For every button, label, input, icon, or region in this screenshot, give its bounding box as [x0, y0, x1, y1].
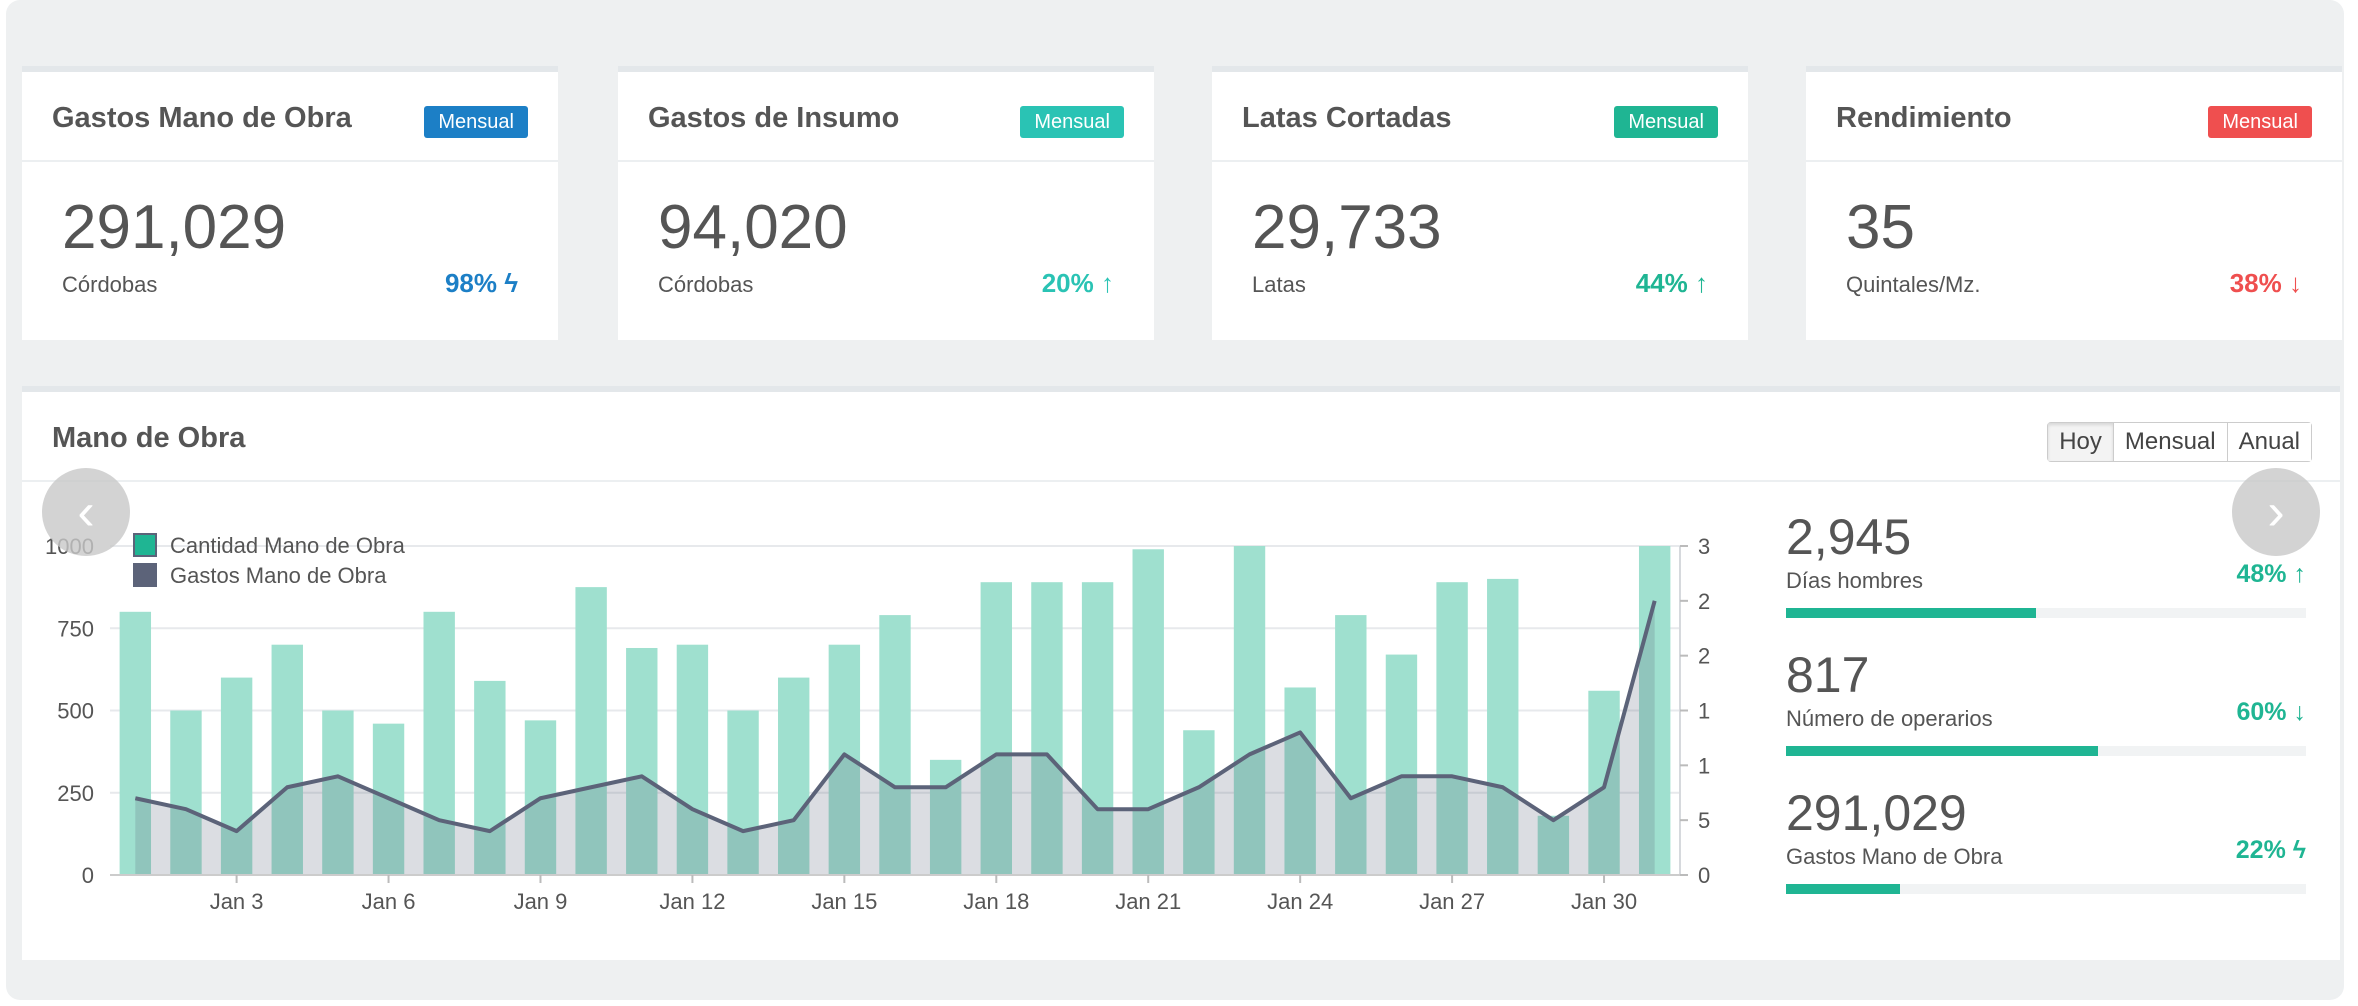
- percentage-value: 20%: [1041, 268, 1094, 298]
- bolt-icon: ϟ: [504, 268, 518, 298]
- card-header: Rendimiento Mensual: [1806, 72, 2342, 162]
- x-tick-label: Jan 18: [963, 889, 1029, 914]
- tab-hoy[interactable]: Hoy: [2048, 423, 2113, 461]
- card-unit: Córdobas: [658, 272, 754, 297]
- card-title: Gastos Mano de Obra: [52, 102, 352, 134]
- tab-anual[interactable]: Anual: [2226, 423, 2311, 461]
- stat-percentage: 22% ϟ: [2236, 836, 2306, 865]
- period-badge: Mensual: [424, 106, 528, 138]
- card-title: Latas Cortadas: [1242, 102, 1452, 134]
- percentage-value: 44%: [1635, 268, 1688, 298]
- card-percentage: 98% ϟ: [445, 268, 518, 299]
- x-tick-label: Jan 3: [210, 889, 264, 914]
- y-right-tick-label: 20: [1698, 644, 1710, 669]
- y-left-tick-label: 500: [57, 699, 94, 724]
- stat-label: Días hombres: [1786, 568, 1923, 593]
- mano-de-obra-chart: 02505007501000051015202530Jan 3Jan 6Jan …: [45, 533, 1710, 914]
- kpi-card-insumo: Gastos de Insumo Mensual 94,020 Córdobas…: [618, 66, 1154, 340]
- percentage-value: 22%: [2235, 836, 2286, 864]
- card-value: 291,029: [62, 193, 287, 262]
- x-tick-label: Jan 9: [514, 889, 568, 914]
- stat-label: Número de operarios: [1786, 706, 1993, 731]
- percentage-value: 98%: [444, 268, 497, 298]
- legend-swatch: [133, 563, 157, 587]
- card-percentage: 44% ↑: [1636, 268, 1708, 299]
- period-badge: Mensual: [2208, 106, 2312, 138]
- y-left-tick-label: 0: [82, 863, 94, 888]
- panel-title: Mano de Obra: [52, 422, 246, 454]
- carousel-prev-button[interactable]: ‹: [42, 468, 130, 556]
- progress-track: [1786, 884, 2306, 894]
- period-badge: Mensual: [1020, 106, 1124, 138]
- stat-value: 817: [1786, 647, 1870, 703]
- y-right-tick-label: 15: [1698, 699, 1710, 724]
- card-value: 94,020: [658, 193, 848, 262]
- card-unit: Córdobas: [62, 272, 158, 297]
- tab-mensual[interactable]: Mensual: [2112, 423, 2227, 461]
- legend-swatch: [133, 533, 157, 557]
- trend-down-icon: ↓: [2293, 698, 2307, 726]
- panel-header: Mano de Obra Hoy Mensual Anual: [22, 392, 2340, 482]
- card-percentage: 38% ↓: [2230, 268, 2302, 299]
- trend-up-icon: ↑: [1695, 268, 1708, 298]
- trend-up-icon: ↑: [1101, 268, 1114, 298]
- y-right-tick-label: 10: [1698, 753, 1710, 778]
- stat-label: Gastos Mano de Obra: [1786, 844, 2003, 869]
- x-tick-label: Jan 30: [1571, 889, 1637, 914]
- progress-track: [1786, 746, 2306, 756]
- kpi-card-latas: Latas Cortadas Mensual 29,733 Latas 44% …: [1212, 66, 1748, 340]
- percentage-value: 48%: [2236, 560, 2287, 588]
- x-tick-label: Jan 12: [659, 889, 725, 914]
- percentage-value: 38%: [2229, 268, 2282, 298]
- trend-down-icon: ↓: [2289, 268, 2302, 298]
- stat-percentage: 48% ↑: [2237, 560, 2307, 589]
- y-left-tick-label: 250: [57, 781, 94, 806]
- kpi-card-mano-obra: Gastos Mano de Obra Mensual 291,029 Córd…: [22, 66, 558, 340]
- card-title: Gastos de Insumo: [648, 102, 900, 134]
- trend-up-icon: ↑: [2293, 560, 2307, 588]
- progress-fill: [1786, 884, 1901, 894]
- stat-gastos-mano-obra: 291,029 Gastos Mano de Obra 22% ϟ: [1786, 784, 2306, 894]
- card-header: Gastos de Insumo Mensual: [618, 72, 1154, 162]
- y-right-tick-label: 0: [1698, 863, 1710, 888]
- x-tick-label: Jan 27: [1419, 889, 1485, 914]
- y-right-tick-label: 30: [1698, 534, 1710, 559]
- y-right-tick-label: 5: [1698, 808, 1710, 833]
- card-header: Gastos Mano de Obra Mensual: [22, 72, 558, 162]
- legend-label: Cantidad Mano de Obra: [170, 533, 406, 558]
- card-unit: Latas: [1252, 272, 1306, 297]
- percentage-value: 60%: [2236, 698, 2287, 726]
- progress-fill: [1786, 746, 2098, 756]
- card-header: Latas Cortadas Mensual: [1212, 72, 1748, 162]
- x-tick-label: Jan 6: [362, 889, 416, 914]
- y-right-tick-label: 25: [1698, 589, 1710, 614]
- stat-value: 2,945: [1786, 509, 1912, 565]
- progress-fill: [1786, 608, 2036, 618]
- stat-numero-operarios: 817 Número de operarios 60% ↓: [1786, 646, 2306, 756]
- stat-dias-hombres: 2,945 Días hombres 48% ↑: [1786, 508, 2306, 618]
- card-unit: Quintales/Mz.: [1846, 272, 1981, 297]
- chevron-left-icon: ‹: [77, 483, 95, 541]
- x-tick-label: Jan 15: [811, 889, 877, 914]
- card-title: Rendimiento: [1836, 102, 2012, 134]
- stat-percentage: 60% ↓: [2237, 698, 2307, 727]
- kpi-card-rendimiento: Rendimiento Mensual 35 Quintales/Mz. 38%…: [1806, 66, 2342, 340]
- x-tick-label: Jan 21: [1115, 889, 1181, 914]
- legend-label: Gastos Mano de Obra: [170, 563, 387, 588]
- period-badge: Mensual: [1614, 106, 1718, 138]
- y-left-tick-label: 750: [57, 616, 94, 641]
- bolt-icon: ϟ: [2292, 836, 2306, 864]
- x-tick-label: Jan 24: [1267, 889, 1333, 914]
- progress-track: [1786, 608, 2306, 618]
- card-value: 29,733: [1252, 193, 1442, 262]
- card-value: 35: [1846, 193, 1915, 262]
- stat-value: 291,029: [1786, 785, 1967, 841]
- card-percentage: 20% ↑: [1042, 268, 1114, 299]
- period-tabs: Hoy Mensual Anual: [2047, 422, 2312, 462]
